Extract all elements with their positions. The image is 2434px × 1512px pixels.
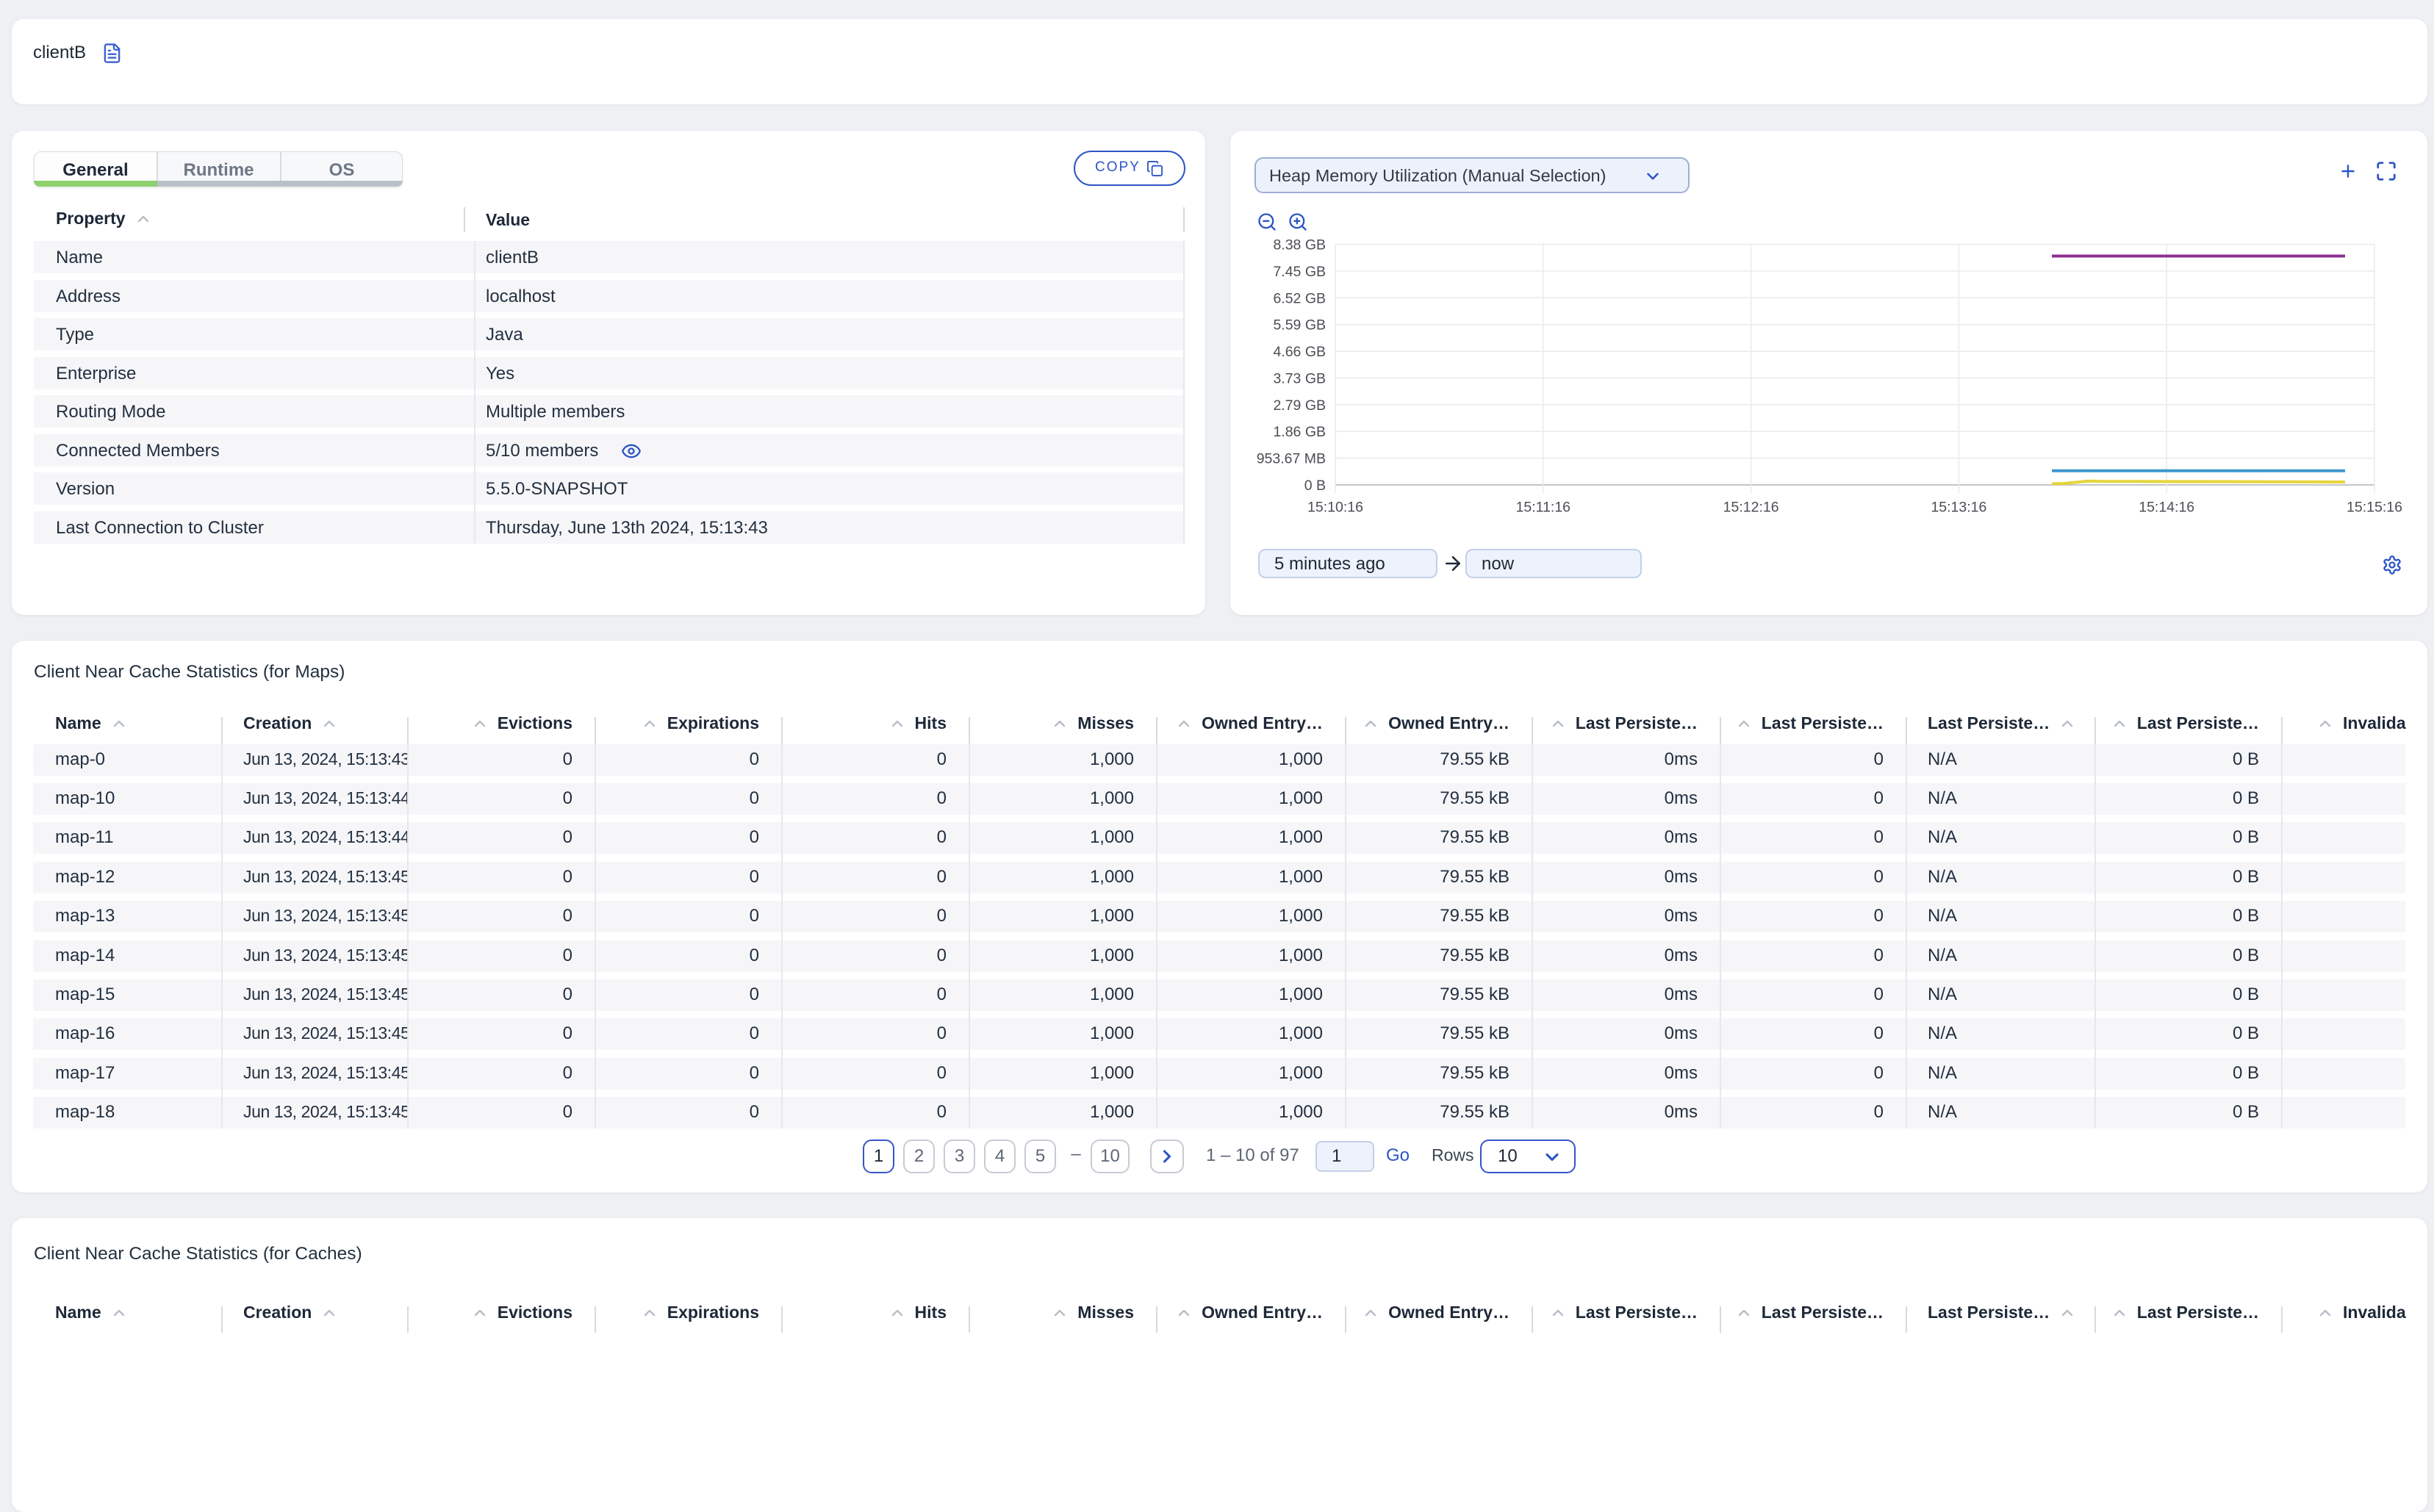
svg-text:0 B: 0 B (1304, 478, 1326, 494)
svg-text:15:14:16: 15:14:16 (2139, 500, 2194, 516)
svg-text:1.86 GB: 1.86 GB (1273, 424, 1326, 440)
svg-text:15:13:16: 15:13:16 (1931, 500, 1986, 516)
svg-text:3.73 GB: 3.73 GB (1273, 370, 1326, 386)
svg-text:7.45 GB: 7.45 GB (1273, 264, 1326, 280)
svg-text:8.38 GB: 8.38 GB (1273, 237, 1326, 253)
svg-text:5.59 GB: 5.59 GB (1273, 317, 1326, 334)
svg-text:2.79 GB: 2.79 GB (1273, 397, 1326, 414)
svg-text:4.66 GB: 4.66 GB (1273, 344, 1326, 360)
svg-text:15:12:16: 15:12:16 (1723, 500, 1779, 516)
svg-text:15:15:16: 15:15:16 (2347, 500, 2402, 516)
svg-text:953.67 MB: 953.67 MB (1257, 451, 1326, 467)
svg-text:15:11:16: 15:11:16 (1516, 500, 1570, 516)
svg-text:15:10:16: 15:10:16 (1307, 500, 1363, 516)
svg-text:6.52 GB: 6.52 GB (1273, 290, 1326, 306)
